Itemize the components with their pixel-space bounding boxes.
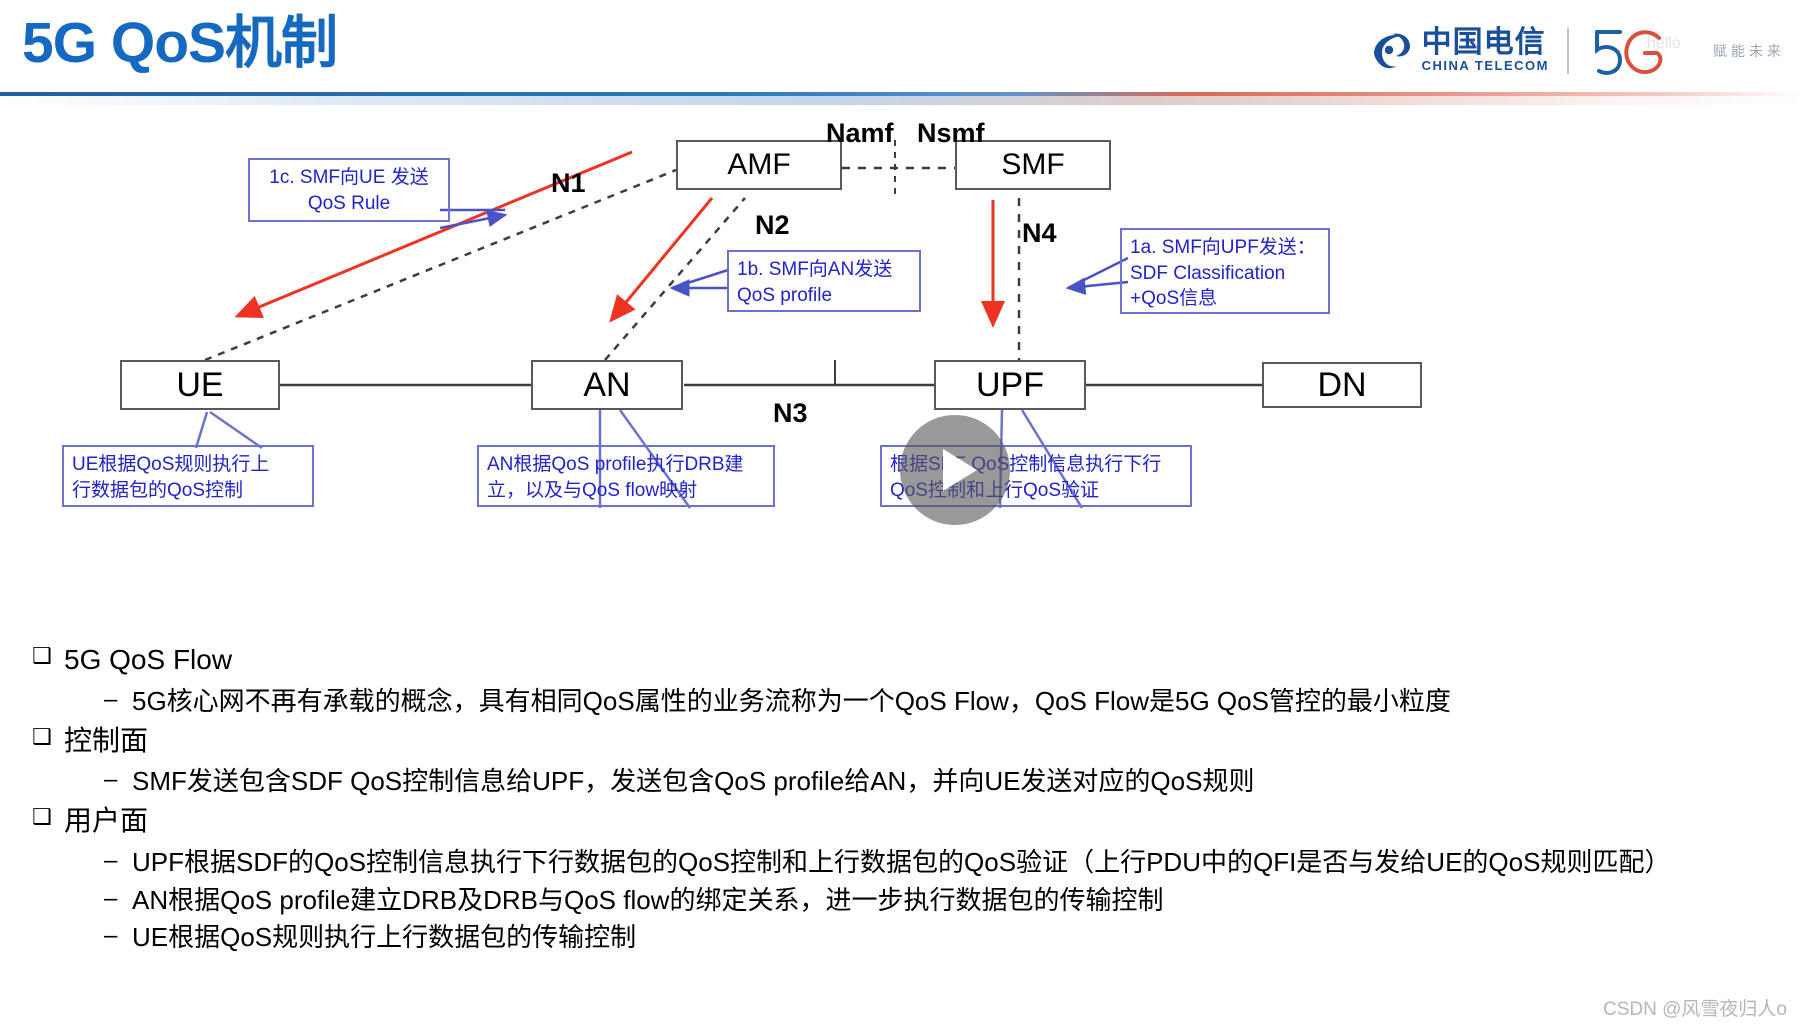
iflabel-n1: N1 (551, 168, 586, 198)
bullet-level1: ❑ 用户面 (18, 801, 1788, 842)
bullet-level2-text: 5G核心网不再有承载的概念，具有相同QoS属性的业务流称为一个QoS Flow，… (132, 685, 1451, 716)
callout-an: AN根据QoS profile执行DRB建 立，以及与QoS flow映射 (477, 445, 775, 507)
iflabel-n4: N4 (1022, 218, 1057, 248)
video-play-button[interactable] (900, 415, 1010, 525)
iflabel-n3: N3 (773, 398, 808, 428)
bullet-level1-text: 控制面 (64, 724, 149, 756)
header-divider (0, 92, 1803, 108)
bullet-level2: – 5G核心网不再有承载的概念，具有相同QoS属性的业务流称为一个QoS Flo… (18, 683, 1788, 720)
iflabel-n2: N2 (755, 210, 790, 240)
node-dn[interactable]: DN (1262, 362, 1422, 408)
bullet-level2-text: UE根据QoS规则执行上行数据包的传输控制 (132, 922, 637, 953)
node-amf[interactable]: AMF (676, 140, 842, 190)
slide-root: 5G QoS机制 中国电信 CHINA TELECOM hello 赋能未来 U… (0, 0, 1803, 1029)
bullet-marker-level1: ❑ (32, 723, 52, 749)
node-ue[interactable]: UE (120, 360, 280, 410)
qos-architecture-diagram: UE AN UPF DN AMF SMF N1 N2 N3 N4 Namf Ns… (0, 110, 1803, 630)
bullet-marker-level2: – (104, 846, 118, 874)
bullet-marker-level2: – (104, 685, 118, 713)
page-title: 5G QoS机制 (22, 11, 338, 75)
csdn-watermark: CSDN @风雪夜归人o (1603, 999, 1787, 1020)
bullet-level1-text: 5G QoS Flow (64, 644, 233, 675)
bullet-marker-level2: – (104, 766, 118, 794)
china-telecom-mark-icon (1368, 28, 1414, 74)
bullet-marker-level2: – (104, 884, 118, 912)
callout-1a: 1a. SMF向UPF发送： SDF Classification +QoS信息 (1120, 228, 1330, 314)
callout-1c: 1c. SMF向UE 发送 QoS Rule (248, 158, 450, 222)
bullet-marker-level2: – (104, 922, 118, 950)
content-bullet-list: ❑ 5G QoS Flow – 5G核心网不再有承载的概念，具有相同QoS属性的… (18, 640, 1788, 957)
play-icon (943, 449, 977, 491)
svg-text:hello: hello (1647, 35, 1681, 52)
bullet-level2: – SMF发送包含SDF QoS控制信息给UPF，发送包含QoS profile… (18, 763, 1788, 800)
logo-divider (1567, 28, 1569, 74)
bullet-level2: – AN根据QoS profile建立DRB及DRB与QoS flow的绑定关系… (18, 882, 1788, 919)
bullet-level1: ❑ 控制面 (18, 721, 1788, 762)
logo-company-en: CHINA TELECOM (1421, 58, 1549, 74)
logo-slogan: 赋能未来 (1713, 43, 1785, 59)
node-an[interactable]: AN (531, 360, 683, 410)
bullet-level2: – UPF根据SDF的QoS控制信息执行下行数据包的QoS控制和上行数据包的Qo… (18, 844, 1788, 881)
bullet-marker-level1: ❑ (32, 804, 52, 829)
brand-logo: 中国电信 CHINA TELECOM hello 赋能未来 (1368, 16, 1785, 86)
bullet-level2-text: UPF根据SDF的QoS控制信息执行下行数据包的QoS控制和上行数据包的QoS验… (132, 846, 1671, 877)
logo-company-cn: 中国电信 (1421, 25, 1546, 59)
china-telecom-wordmark: 中国电信 CHINA TELECOM (1422, 27, 1549, 75)
bullet-level1-text: 用户面 (64, 805, 149, 836)
fiveg-hello-logo-icon: hello (1587, 22, 1699, 80)
callout-1b: 1b. SMF向AN发送 QoS profile (727, 250, 921, 312)
bullet-level2-text: AN根据QoS profile建立DRB及DRB与QoS flow的绑定关系，进… (132, 884, 1164, 915)
callout-ue: UE根据QoS规则执行上 行数据包的QoS控制 (62, 445, 314, 507)
node-upf[interactable]: UPF (934, 360, 1086, 410)
bullet-level2-text: SMF发送包含SDF QoS控制信息给UPF，发送包含QoS profile给A… (132, 766, 1255, 797)
bullet-marker-level1: ❑ (32, 643, 52, 668)
iflabel-namf: Namf (826, 118, 894, 148)
iflabel-nsmf: Nsmf (917, 118, 985, 148)
bullet-level1: ❑ 5G QoS Flow (18, 640, 1788, 681)
bullet-level2: – UE根据QoS规则执行上行数据包的传输控制 (18, 919, 1788, 956)
